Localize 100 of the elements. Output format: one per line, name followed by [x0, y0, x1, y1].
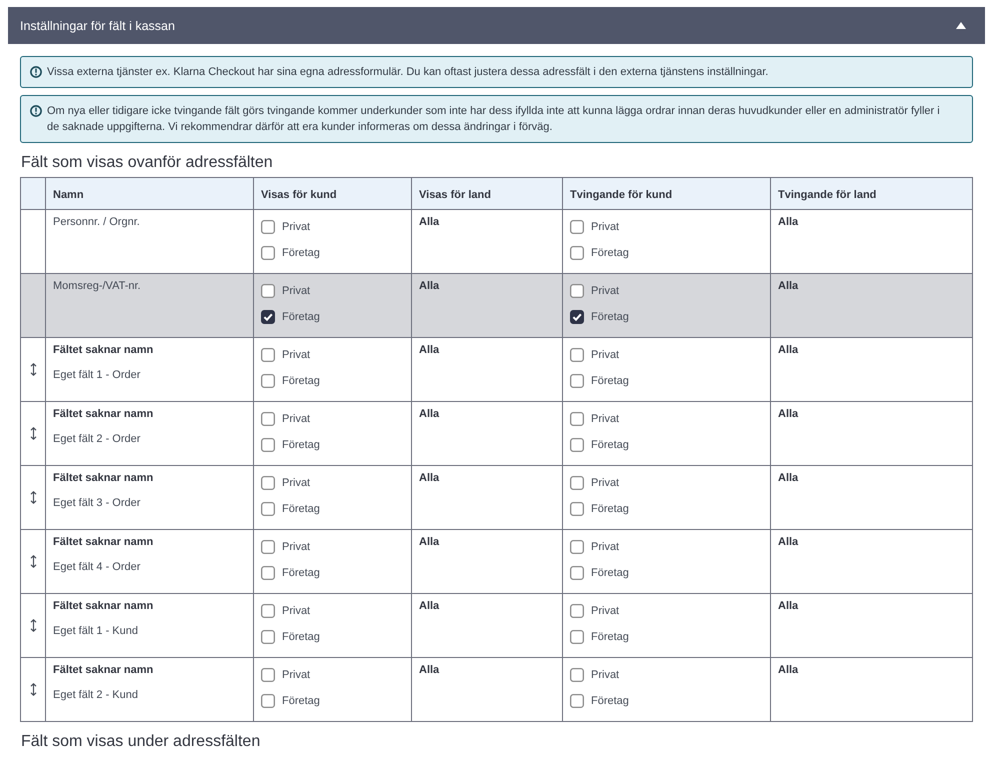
checkbox[interactable]: [261, 604, 275, 618]
checkbox-label[interactable]: Privat: [282, 605, 310, 617]
column-header: Tvingande för kund: [570, 188, 672, 200]
checkbox-label[interactable]: Företag: [591, 311, 629, 323]
checkbox-label[interactable]: Privat: [591, 541, 620, 553]
checkbox[interactable]: [570, 630, 584, 644]
checkbox[interactable]: [570, 540, 584, 554]
field-name: Eget fält 3 - Order: [53, 497, 142, 509]
field-name: Personnr. / Orgnr.: [53, 216, 141, 228]
checkbox[interactable]: [261, 220, 275, 234]
checkbox-label[interactable]: Företag: [591, 631, 629, 643]
checkbox[interactable]: [570, 668, 584, 682]
checkbox-label[interactable]: Företag: [282, 375, 320, 387]
checkbox-label[interactable]: Privat: [591, 413, 620, 425]
checkbox-label[interactable]: Privat: [591, 285, 620, 297]
field-name: Eget fält 2 - Kund: [53, 689, 139, 701]
country-value: Alla: [419, 280, 440, 292]
drag-handle-icon[interactable]: [30, 490, 36, 504]
country-value: Alla: [419, 216, 440, 228]
field-name: Eget fält 1 - Kund: [53, 625, 139, 637]
section-heading: Fält som visas ovanför adressfälten: [21, 153, 274, 173]
checkbox-label[interactable]: Företag: [591, 439, 629, 451]
checkbox[interactable]: [570, 476, 584, 490]
drag-handle-icon[interactable]: [30, 618, 36, 632]
field-title: Fältet saknar namn: [53, 472, 154, 484]
checkbox-label[interactable]: Privat: [282, 541, 310, 553]
country-value: Alla: [419, 472, 440, 484]
checkbox[interactable]: [261, 540, 275, 554]
checkbox[interactable]: [261, 374, 275, 388]
checkbox[interactable]: [261, 310, 275, 324]
checkbox[interactable]: [570, 566, 584, 580]
panel-header[interactable]: Inställningar för fält i kassan: [8, 7, 985, 44]
checkbox-label[interactable]: Företag: [591, 567, 629, 579]
checkbox[interactable]: [570, 438, 584, 452]
panel-title: Inställningar för fält i kassan: [20, 18, 175, 32]
checkbox[interactable]: [261, 502, 275, 516]
column-header: Visas för land: [419, 188, 491, 200]
country-value: Alla: [778, 216, 798, 228]
checkbox-label[interactable]: Företag: [282, 311, 320, 323]
checkbox[interactable]: [570, 694, 584, 708]
info-icon: [30, 66, 42, 78]
checkbox-label[interactable]: Företag: [591, 247, 629, 259]
field-name: Eget fält 2 - Order: [53, 433, 142, 445]
checkbox-label[interactable]: Privat: [282, 221, 310, 233]
checkbox-label[interactable]: Företag: [591, 503, 629, 515]
checkbox[interactable]: [570, 604, 584, 618]
caret-icon[interactable]: [956, 22, 966, 29]
checkbox-label[interactable]: Privat: [282, 477, 310, 489]
country-value: Alla: [419, 600, 440, 612]
checkbox[interactable]: [261, 246, 275, 260]
checkbox[interactable]: [570, 220, 584, 234]
section-heading: Fält som visas under adressfälten: [21, 732, 262, 752]
checkbox-label[interactable]: Privat: [591, 605, 620, 617]
checkbox-label[interactable]: Företag: [591, 375, 629, 387]
checkbox-label[interactable]: Privat: [282, 669, 310, 681]
checkbox[interactable]: [261, 348, 275, 362]
checkbox[interactable]: [261, 668, 275, 682]
drag-handle-icon[interactable]: [30, 426, 36, 440]
checkbox-label[interactable]: Företag: [591, 695, 629, 707]
checkbox[interactable]: [261, 566, 275, 580]
checkbox[interactable]: [570, 348, 584, 362]
country-value: Alla: [419, 664, 440, 676]
drag-handle-icon[interactable]: [30, 554, 36, 568]
alert-text: Om nya eller tidigare icke tvingande fält görs tvingande kommer underkunder som inte har dess ifyllda inte att kunna lägga ordrar innan deras huvudkunder eller en administratör fyller i de saknade uppgifterna. Vi rekommendrar därför att era kunder informeras om dessa ändringar i förväg.: [47, 104, 941, 135]
drag-handle-icon[interactable]: [30, 362, 36, 376]
field-name: Eget fält 4 - Order: [53, 561, 142, 573]
checkbox[interactable]: [261, 438, 275, 452]
checkbox[interactable]: [261, 694, 275, 708]
country-value: Alla: [419, 536, 440, 548]
checkbox-label[interactable]: Privat: [591, 477, 620, 489]
checkbox-label[interactable]: Företag: [282, 439, 320, 451]
checkbox[interactable]: [570, 412, 584, 426]
country-value: Alla: [778, 536, 798, 548]
checkbox[interactable]: [570, 284, 584, 298]
drag-handle-icon[interactable]: [30, 682, 36, 696]
checkbox[interactable]: [261, 284, 275, 298]
checkbox-label[interactable]: Privat: [282, 413, 310, 425]
checkbox-label[interactable]: Företag: [282, 695, 320, 707]
checkbox[interactable]: [570, 502, 584, 516]
checkbox-label[interactable]: Företag: [282, 567, 320, 579]
checkbox-label[interactable]: Företag: [282, 247, 320, 259]
checkbox-label[interactable]: Privat: [282, 285, 310, 297]
checkbox-label[interactable]: Privat: [591, 221, 620, 233]
checkbox[interactable]: [261, 630, 275, 644]
checkbox-label[interactable]: Privat: [591, 349, 620, 361]
field-title: Fältet saknar namn: [53, 344, 154, 356]
alert-text: Vissa externa tjänster ex. Klarna Checkout har sina egna adressformulär. Du kan oftast justera dessa adressfält i den externa tjänstens inställningar.: [47, 65, 770, 80]
checkbox[interactable]: [570, 310, 584, 324]
checkbox-label[interactable]: Företag: [282, 503, 320, 515]
checkbox-label[interactable]: Företag: [282, 631, 320, 643]
checkbox[interactable]: [570, 374, 584, 388]
field-name: Eget fält 1 - Order: [53, 369, 142, 381]
checkbox-label[interactable]: Privat: [282, 349, 310, 361]
country-value: Alla: [778, 600, 798, 612]
checkbox[interactable]: [570, 246, 584, 260]
checkbox-label[interactable]: Privat: [591, 669, 620, 681]
checkbox[interactable]: [261, 476, 275, 490]
checkbox[interactable]: [261, 412, 275, 426]
field-title: Fältet saknar namn: [53, 536, 154, 548]
country-value: Alla: [778, 344, 798, 356]
